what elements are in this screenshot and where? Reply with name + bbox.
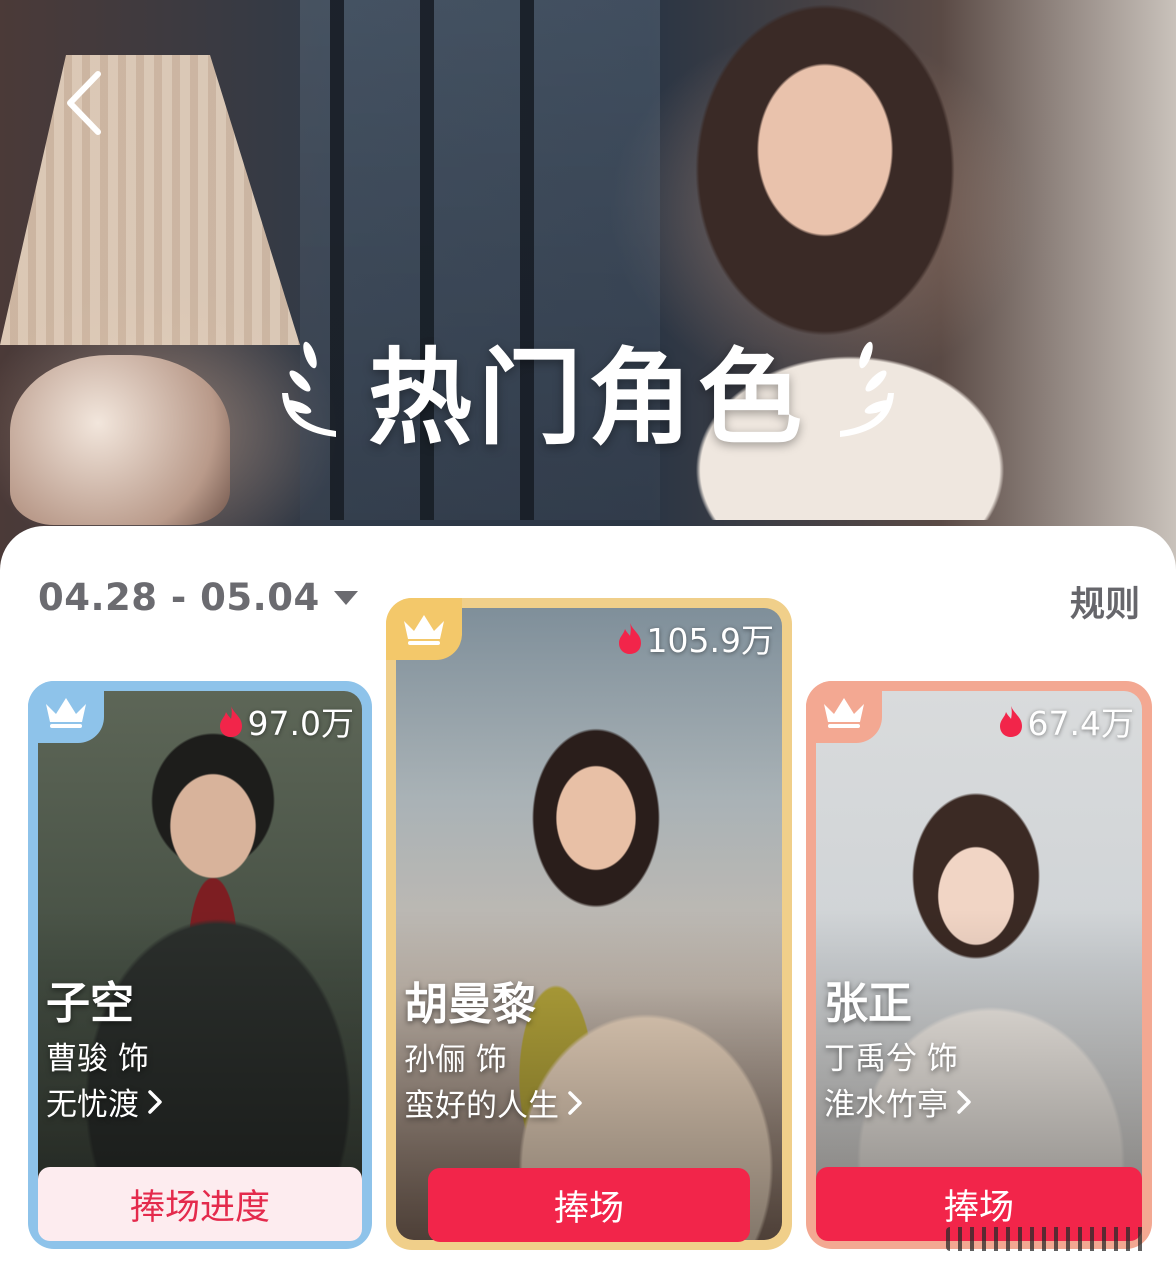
heat-value: 97.0万 [247, 704, 354, 743]
flame-icon [999, 706, 1022, 737]
rank-badge [386, 598, 462, 660]
show-title: 淮水竹亭 [824, 1087, 948, 1123]
heat-value: 105.9万 [646, 621, 774, 660]
rank-badge [806, 681, 882, 743]
hero-title-row: 热门角色 [0, 318, 1176, 459]
support-button[interactable]: 捧场 [428, 1168, 750, 1242]
chevron-left-icon [67, 71, 101, 135]
crown-icon [46, 698, 86, 728]
show-title: 无忧渡 [46, 1087, 139, 1123]
heat-score: 105.9万 [617, 614, 774, 662]
chevron-right-icon [568, 1090, 582, 1115]
actor-name: 丁禹兮 饰 [824, 1041, 958, 1077]
actor-name: 曹骏 饰 [46, 1041, 149, 1077]
show-title: 蛮好的人生 [404, 1088, 559, 1124]
rank-badge [28, 681, 104, 743]
flame-icon [219, 706, 242, 737]
laurel-left-icon [281, 341, 336, 437]
rules-link[interactable]: 规则 [1070, 576, 1140, 627]
role-card-photo [396, 608, 782, 1240]
hero-banner: 热门角色 [0, 0, 1176, 600]
role-card[interactable]: 97.0万 子空 曹骏 饰 无忧渡 捧场进度 [28, 681, 372, 1249]
heat-score: 67.4万 [998, 697, 1134, 745]
crown-icon [404, 615, 444, 645]
show-link[interactable]: 淮水竹亭 [824, 1079, 972, 1124]
support-progress-button[interactable]: 捧场进度 [38, 1167, 362, 1241]
role-card[interactable]: 105.9万 胡曼黎 孙俪 饰 蛮好的人生 捧场 [386, 598, 792, 1250]
role-card-photo [38, 691, 362, 1239]
caret-down-icon [333, 590, 358, 605]
hero-background-lamp [0, 55, 300, 345]
date-range-label: 04.28 - 05.04 [38, 576, 320, 619]
crown-icon [824, 698, 864, 728]
ranking-sheet: 04.28 - 05.04 规则 97.0万 子空 曹骏 饰 无忧渡 捧场进度 … [0, 526, 1176, 1271]
character-name: 胡曼黎 [404, 979, 536, 1030]
laurel-right-icon [840, 341, 894, 437]
flame-icon [618, 623, 641, 654]
watermark-logo [946, 1227, 1146, 1251]
actor-name: 孙俪 饰 [404, 1042, 507, 1078]
show-link[interactable]: 无忧渡 [46, 1079, 163, 1124]
character-name: 子空 [46, 978, 134, 1029]
role-card[interactable]: 67.4万 张正 丁禹兮 饰 淮水竹亭 捧场 [806, 681, 1152, 1249]
heat-value: 67.4万 [1027, 704, 1134, 743]
role-card-photo [816, 691, 1142, 1239]
heat-score: 97.0万 [218, 697, 354, 745]
chevron-right-icon [148, 1089, 162, 1114]
date-range-selector[interactable]: 04.28 - 05.04 [38, 576, 360, 619]
back-button[interactable] [58, 66, 112, 140]
hero-title: 热门角色 [367, 336, 808, 459]
chevron-right-icon [957, 1089, 971, 1114]
character-name: 张正 [824, 978, 912, 1029]
show-link[interactable]: 蛮好的人生 [404, 1080, 583, 1125]
